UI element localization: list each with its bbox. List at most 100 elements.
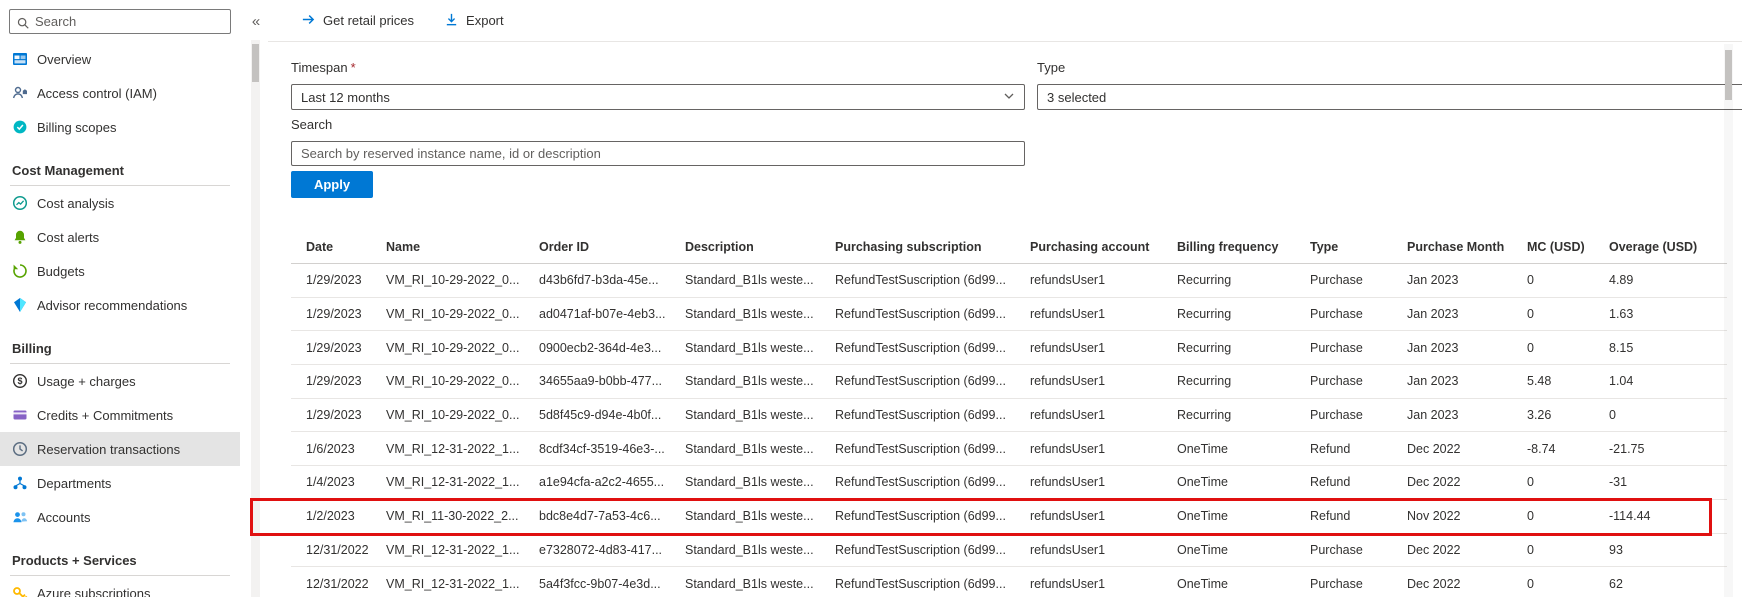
- type-label: Type: [1037, 60, 1066, 75]
- table-cell: Standard_B1ls weste...: [685, 509, 814, 524]
- sidebar-section-products-services: Products + Services: [10, 546, 230, 576]
- column-header-date[interactable]: Date: [291, 240, 386, 254]
- table-cell: 0: [1527, 475, 1534, 490]
- search-icon: [16, 15, 30, 29]
- table-cell: 0: [1609, 408, 1616, 423]
- timespan-dropdown[interactable]: Last 12 months: [291, 84, 1025, 110]
- table-cell: refundsUser1: [1030, 542, 1106, 557]
- table-cell: refundsUser1: [1030, 576, 1106, 591]
- table-row[interactable]: 1/2/2023 VM_RI_11-30-2022_2... bdc8e4d7-7a…: [291, 500, 1727, 534]
- sidebar-item-cost-analysis[interactable]: Cost analysis: [0, 186, 240, 220]
- table-row[interactable]: 1/29/2023 VM_RI_10-29-2022_0... d43b6fd7-b…: [291, 264, 1727, 298]
- sidebar-scrollbar-thumb[interactable]: [252, 44, 259, 82]
- table-cell: Jan 2023: [1407, 408, 1459, 423]
- required-asterisk: *: [350, 60, 356, 75]
- table-cell: Dec 2022: [1407, 475, 1461, 490]
- table-cell: Purchase: [1310, 576, 1363, 591]
- transactions-search-input[interactable]: [291, 141, 1025, 166]
- sidebar-item-label: Usage + charges: [37, 373, 136, 389]
- table-cell: Standard_B1ls weste...: [685, 408, 814, 423]
- sidebar-item-label: Reservation transactions: [37, 441, 181, 457]
- table-row[interactable]: 12/31/2022 VM_RI_12-31-2022_1... e7328072-…: [291, 534, 1727, 568]
- sidebar-item-label: Credits + Commitments: [37, 407, 174, 423]
- apply-button[interactable]: Apply: [291, 171, 373, 198]
- table-row[interactable]: 12/31/2022 VM_RI_12-31-2022_1... 5a4f3fcc-…: [291, 567, 1727, 597]
- table-row[interactable]: 1/4/2023 VM_RI_12-31-2022_1... a1e94cfa-a2…: [291, 466, 1727, 500]
- sidebar-item-label: Azure subscriptions: [37, 585, 151, 597]
- table-row[interactable]: 1/6/2023 VM_RI_12-31-2022_1... 8cdf34cf-35…: [291, 432, 1727, 467]
- column-header-description[interactable]: Description: [685, 240, 835, 254]
- table-cell: Dec 2022: [1407, 576, 1461, 591]
- sidebar-search-input[interactable]: [35, 14, 224, 29]
- column-header-mc-usd[interactable]: MC (USD): [1527, 240, 1609, 254]
- sidebar-item-accounts[interactable]: Accounts: [0, 500, 240, 534]
- sidebar-item-credits-commitments[interactable]: Credits + Commitments: [0, 398, 240, 432]
- table-cell: refundsUser1: [1030, 307, 1106, 322]
- table-cell: Standard_B1ls weste...: [685, 542, 814, 557]
- table-cell: VM_RI_10-29-2022_0...: [386, 374, 520, 389]
- column-header-order-id[interactable]: Order ID: [539, 240, 685, 254]
- table-cell: Dec 2022: [1407, 542, 1461, 557]
- table-cell: -21.75: [1609, 441, 1645, 456]
- type-value: 3 selected: [1047, 89, 1107, 105]
- table-cell: VM_RI_10-29-2022_0...: [386, 307, 520, 322]
- column-header-purchasing-subscription[interactable]: Purchasing subscription: [835, 240, 1030, 254]
- sidebar-item-departments[interactable]: Departments: [0, 466, 240, 500]
- table-cell: Standard_B1ls weste...: [685, 273, 814, 288]
- main-scrollbar[interactable]: [1724, 44, 1733, 597]
- table-cell: 12/31/2022: [306, 542, 369, 557]
- reservation-transactions-icon: [12, 441, 28, 457]
- sidebar-search[interactable]: [9, 9, 231, 34]
- sidebar-item-usage-charges[interactable]: $ Usage + charges: [0, 364, 240, 398]
- timespan-value: Last 12 months: [301, 89, 390, 105]
- table-row[interactable]: 1/29/2023 VM_RI_10-29-2022_0... ad0471af-b…: [291, 298, 1727, 332]
- table-row[interactable]: 1/29/2023 VM_RI_10-29-2022_0... 34655aa9-b…: [291, 365, 1727, 399]
- table-cell: RefundTestSuscription (6d99...: [835, 374, 1006, 389]
- table-cell: ad0471af-b07e-4eb3...: [539, 307, 666, 322]
- usage-charges-icon: $: [12, 373, 28, 389]
- cost-analysis-icon: [12, 195, 28, 211]
- get-retail-prices-button[interactable]: Get retail prices: [301, 12, 414, 30]
- table-cell: 1/29/2023: [306, 408, 362, 423]
- column-header-overage-usd[interactable]: Overage (USD): [1609, 240, 1709, 254]
- table-cell: 1/4/2023: [306, 475, 355, 490]
- export-button[interactable]: Export: [444, 12, 504, 30]
- sidebar-item-cost-alerts[interactable]: Cost alerts: [0, 220, 240, 254]
- table-cell: RefundTestSuscription (6d99...: [835, 542, 1006, 557]
- download-icon: [444, 12, 459, 30]
- sidebar-item-reservation-transactions[interactable]: Reservation transactions: [0, 432, 240, 466]
- sidebar-item-advisor-recommendations[interactable]: Advisor recommendations: [0, 288, 240, 322]
- table-cell: Purchase: [1310, 273, 1363, 288]
- main-scrollbar-thumb[interactable]: [1725, 50, 1732, 100]
- table-cell: 1/29/2023: [306, 307, 362, 322]
- table-body: 1/29/2023 VM_RI_10-29-2022_0... d43b6fd7-b…: [291, 264, 1727, 597]
- sidebar-item-billing-scopes[interactable]: Billing scopes: [0, 110, 240, 144]
- table-cell: Refund: [1310, 509, 1351, 524]
- iam-icon: [12, 85, 28, 101]
- sidebar-item-label: Departments: [37, 475, 112, 491]
- arrow-right-icon: [301, 12, 316, 30]
- table-row[interactable]: 1/29/2023 VM_RI_10-29-2022_0... 5d8f45c9-d…: [291, 399, 1727, 433]
- table-row[interactable]: 1/29/2023 VM_RI_10-29-2022_0... 0900ecb2-3…: [291, 331, 1727, 366]
- svg-text:$: $: [17, 376, 22, 386]
- sidebar-item-access-control-iam[interactable]: Access control (IAM): [0, 76, 240, 110]
- type-dropdown[interactable]: 3 selected: [1037, 84, 1742, 110]
- credits-icon: [12, 407, 28, 423]
- sidebar-item-azure-subscriptions[interactable]: Azure subscriptions: [0, 576, 240, 597]
- overview-icon: [12, 51, 28, 67]
- sidebar-collapse-button[interactable]: «: [244, 9, 268, 34]
- column-header-billing-frequency[interactable]: Billing frequency: [1177, 240, 1310, 254]
- sidebar-item-budgets[interactable]: Budgets: [0, 254, 240, 288]
- column-header-name[interactable]: Name: [386, 240, 539, 254]
- table-cell: a1e94cfa-a2c2-4655...: [539, 475, 665, 490]
- column-header-type[interactable]: Type: [1310, 240, 1407, 254]
- table-cell: d43b6fd7-b3da-45e...: [539, 273, 659, 288]
- table-cell: 0: [1527, 576, 1534, 591]
- column-header-purchasing-account[interactable]: Purchasing account: [1030, 240, 1177, 254]
- sidebar-item-overview[interactable]: Overview: [0, 42, 240, 76]
- sidebar-scrollbar[interactable]: [251, 40, 260, 597]
- table-cell: 0: [1527, 509, 1534, 524]
- column-header-purchase-month[interactable]: Purchase Month: [1407, 240, 1527, 254]
- table-cell: refundsUser1: [1030, 340, 1106, 355]
- table-cell: 12/31/2022: [306, 576, 369, 591]
